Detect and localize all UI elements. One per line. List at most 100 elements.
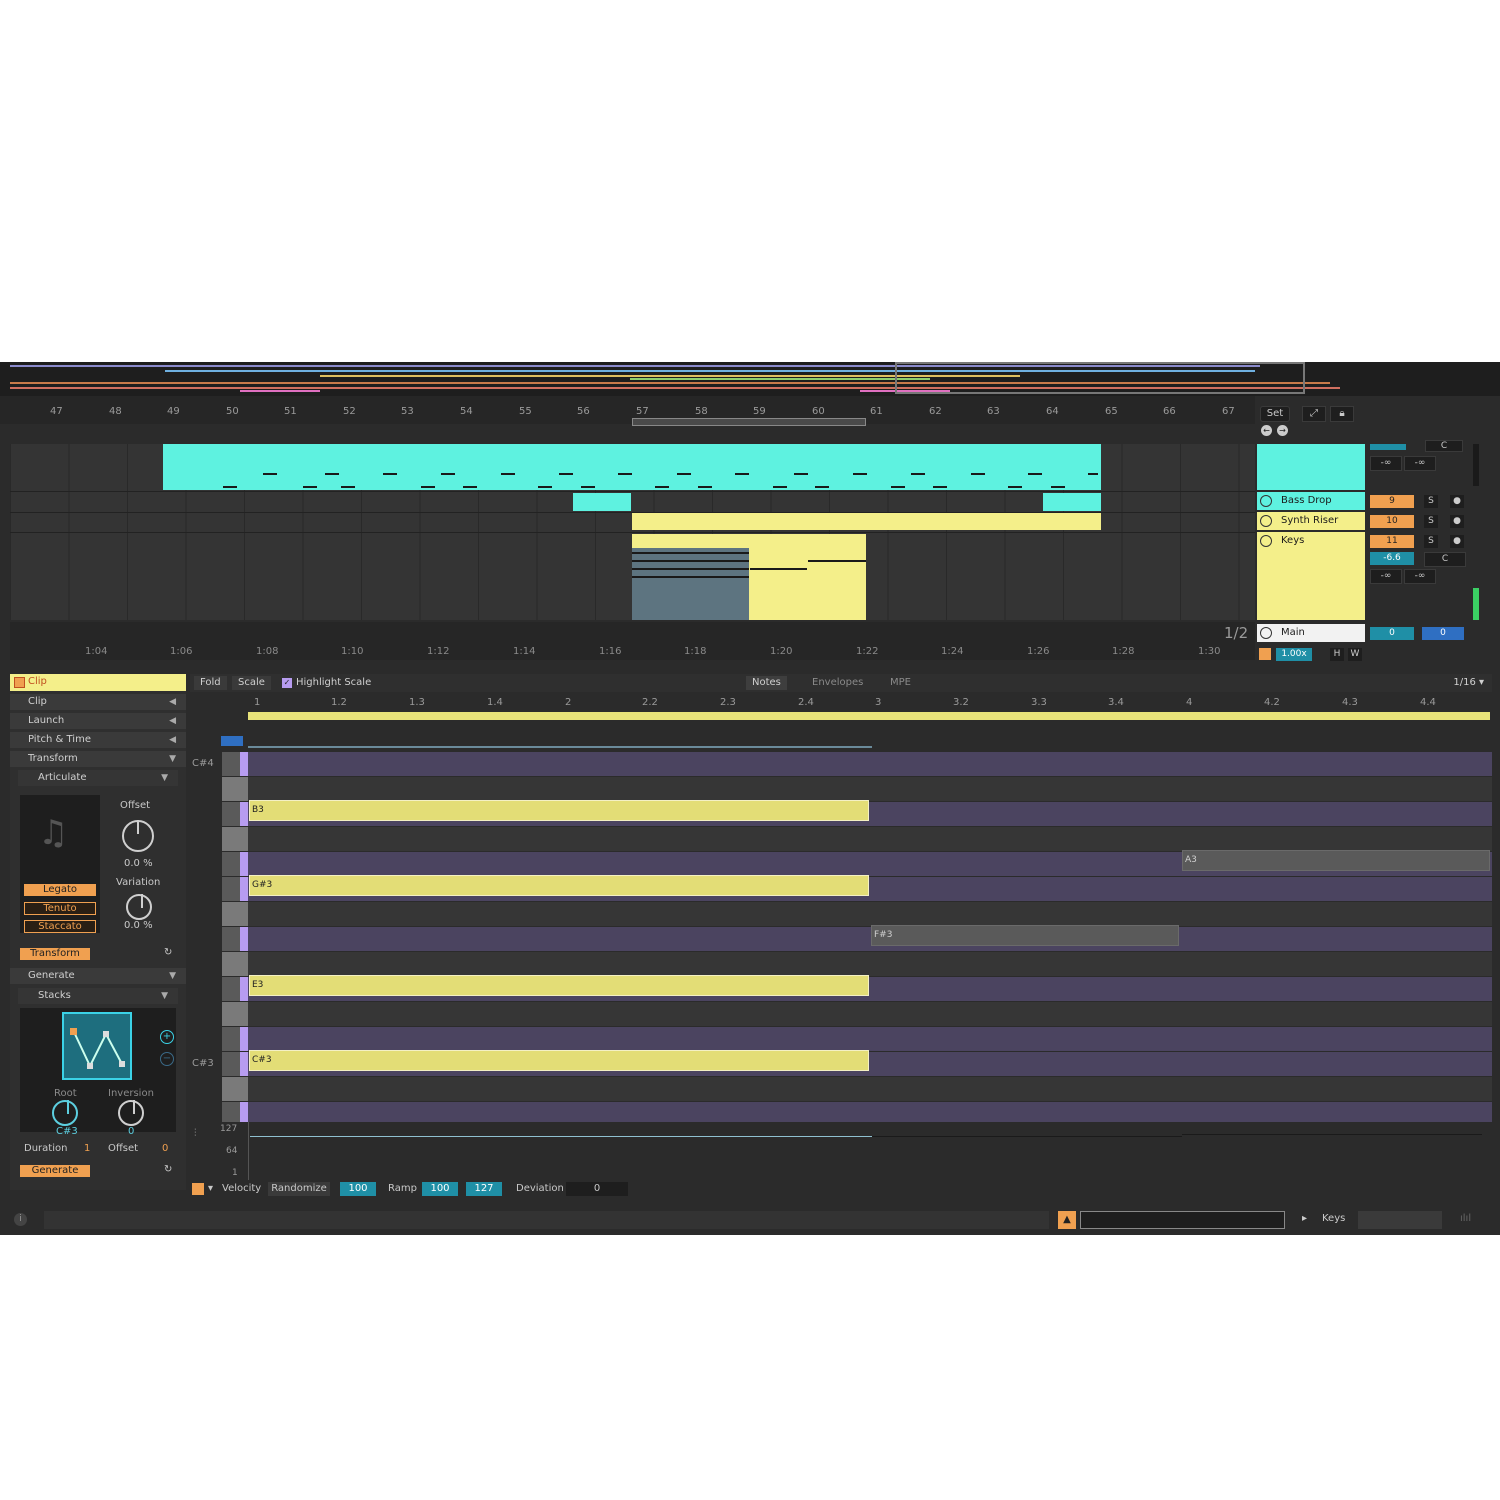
piano-row[interactable] xyxy=(248,902,1492,926)
inversion-knob[interactable] xyxy=(118,1100,144,1126)
piano-row[interactable] xyxy=(248,1077,1492,1101)
section-pitch-time[interactable]: Pitch & Time ◀ xyxy=(10,732,186,748)
piano-row[interactable] xyxy=(248,752,1492,776)
note[interactable]: G#3 xyxy=(249,875,869,896)
piano-key[interactable] xyxy=(222,827,248,851)
piano-key[interactable] xyxy=(222,902,248,926)
piano-key[interactable] xyxy=(222,802,248,826)
section-transform[interactable]: Transform ▼ xyxy=(10,751,186,767)
arm-icon[interactable]: ● xyxy=(1450,515,1464,528)
note[interactable]: C#3 xyxy=(249,1050,869,1071)
add-icon[interactable]: + xyxy=(160,1030,174,1044)
solo-button[interactable]: S xyxy=(1424,515,1438,528)
note[interactable]: F#3 xyxy=(871,925,1179,946)
note[interactable]: B3 xyxy=(249,800,869,821)
deviation-value[interactable]: 0 xyxy=(566,1182,628,1196)
root-knob[interactable] xyxy=(52,1100,78,1126)
piano-row[interactable] xyxy=(248,1027,1492,1051)
note[interactable]: E3 xyxy=(249,975,869,996)
device-stacks[interactable]: Stacks ▼ xyxy=(18,988,178,1004)
track-header-bass-drop[interactable]: Bass Drop xyxy=(1257,492,1365,510)
device-thumbnails[interactable] xyxy=(1358,1211,1442,1229)
velocity-tool-icon[interactable] xyxy=(192,1183,204,1195)
clip-bass-main[interactable] xyxy=(163,444,1101,490)
fold-toggle-icon[interactable] xyxy=(221,736,243,746)
loop-brace[interactable] xyxy=(632,418,866,426)
device-articulate[interactable]: Articulate ▼ xyxy=(18,770,178,786)
fold-button[interactable]: Fold xyxy=(194,676,227,690)
velocity-line[interactable] xyxy=(872,1136,1182,1137)
piano-key[interactable] xyxy=(222,1052,248,1076)
randomize-button[interactable]: Randomize xyxy=(268,1182,330,1196)
velocity-line[interactable] xyxy=(1182,1134,1482,1135)
highlight-scale-checkbox[interactable]: ✓ xyxy=(282,678,292,688)
set-button[interactable]: Set xyxy=(1260,406,1290,422)
tenuto-button[interactable]: Tenuto xyxy=(24,902,96,915)
play-icon[interactable] xyxy=(1260,627,1272,639)
piano-key[interactable] xyxy=(222,777,248,801)
track-number[interactable]: 11 xyxy=(1370,535,1414,548)
back-arrow-icon[interactable]: ← xyxy=(1261,425,1272,436)
solo-button[interactable]: S xyxy=(1424,535,1438,548)
track-number[interactable]: 10 xyxy=(1370,515,1414,528)
track-header-synth-riser[interactable]: Synth Riser xyxy=(1257,512,1365,530)
refresh-icon[interactable]: ↻ xyxy=(164,947,172,958)
top-volume[interactable] xyxy=(1370,444,1406,450)
ramp-from[interactable]: 100 xyxy=(422,1182,458,1196)
piano-key[interactable] xyxy=(222,927,248,951)
page-indicator[interactable]: 1/2 xyxy=(1224,624,1248,642)
main-pan[interactable]: 0 xyxy=(1422,627,1464,640)
clip-bass-drop-b[interactable] xyxy=(1043,493,1101,511)
tab-mpe[interactable]: MPE xyxy=(884,676,917,690)
meter-icon[interactable]: ılıl xyxy=(1460,1213,1471,1224)
transform-button[interactable]: Transform xyxy=(20,948,90,960)
ramp-to[interactable]: 127 xyxy=(466,1182,502,1196)
tempo-icon[interactable] xyxy=(1259,648,1271,660)
main-volume[interactable]: 0 xyxy=(1370,627,1414,640)
h-button[interactable]: H xyxy=(1330,648,1344,661)
track-number[interactable]: 9 xyxy=(1370,495,1414,508)
play-icon[interactable] xyxy=(1260,515,1272,527)
piano-key[interactable] xyxy=(222,952,248,976)
fold-icon[interactable] xyxy=(1260,535,1272,547)
solo-button[interactable]: S xyxy=(1424,495,1438,508)
randomize-value[interactable]: 100 xyxy=(340,1182,376,1196)
velocity-line[interactable] xyxy=(250,1136,874,1137)
piano-row[interactable] xyxy=(248,927,1492,951)
refresh-icon[interactable]: ↻ xyxy=(164,1164,172,1175)
piano-key[interactable] xyxy=(222,852,248,876)
info-icon[interactable]: i xyxy=(14,1213,27,1226)
clip-header[interactable]: Clip xyxy=(10,674,186,691)
time-ruler[interactable]: 1:04 1:06 1:08 1:10 1:12 1:14 1:16 1:18 … xyxy=(10,622,1255,660)
track-pan[interactable]: C xyxy=(1424,552,1466,567)
play-track-icon[interactable]: ▸ xyxy=(1302,1213,1307,1224)
generate-button[interactable]: Generate xyxy=(20,1165,90,1177)
scale-button[interactable]: Scale xyxy=(232,676,271,690)
duration-value[interactable]: 1 xyxy=(84,1143,90,1154)
tab-notes[interactable]: Notes xyxy=(746,676,787,690)
lock-icon[interactable]: 🔒︎ xyxy=(1330,406,1354,422)
piano-key[interactable] xyxy=(222,877,248,901)
tempo-scale[interactable]: 1.00x xyxy=(1276,648,1312,661)
loop-bar[interactable] xyxy=(248,712,1490,720)
piano-key[interactable] xyxy=(222,1077,248,1101)
piano-row[interactable] xyxy=(248,952,1492,976)
chord-shape[interactable] xyxy=(62,1012,132,1080)
track-header-color[interactable] xyxy=(1257,444,1365,490)
tab-envelopes[interactable]: Envelopes xyxy=(806,676,870,690)
legato-button[interactable]: Legato xyxy=(24,884,96,896)
top-pan[interactable]: C xyxy=(1425,440,1463,452)
overview-viewport[interactable] xyxy=(895,362,1305,394)
piano-key[interactable] xyxy=(222,1027,248,1051)
warning-icon[interactable]: ▲ xyxy=(1058,1211,1076,1229)
bar-ruler[interactable]: 47 48 49 50 51 52 53 54 55 56 57 58 59 6… xyxy=(0,396,1255,426)
staccato-button[interactable]: Staccato xyxy=(24,920,96,933)
section-clip[interactable]: Clip ◀ xyxy=(10,694,186,710)
remove-icon[interactable]: − xyxy=(160,1052,174,1066)
play-icon[interactable] xyxy=(1260,495,1272,507)
track-header-keys[interactable]: Keys xyxy=(1257,532,1365,620)
expand-icon[interactable]: ⤢ xyxy=(1302,406,1326,422)
velocity-lane[interactable]: ⫶ 127 64 1 xyxy=(190,1122,1492,1180)
section-launch[interactable]: Launch ◀ xyxy=(10,713,186,729)
piano-key[interactable] xyxy=(222,1002,248,1026)
